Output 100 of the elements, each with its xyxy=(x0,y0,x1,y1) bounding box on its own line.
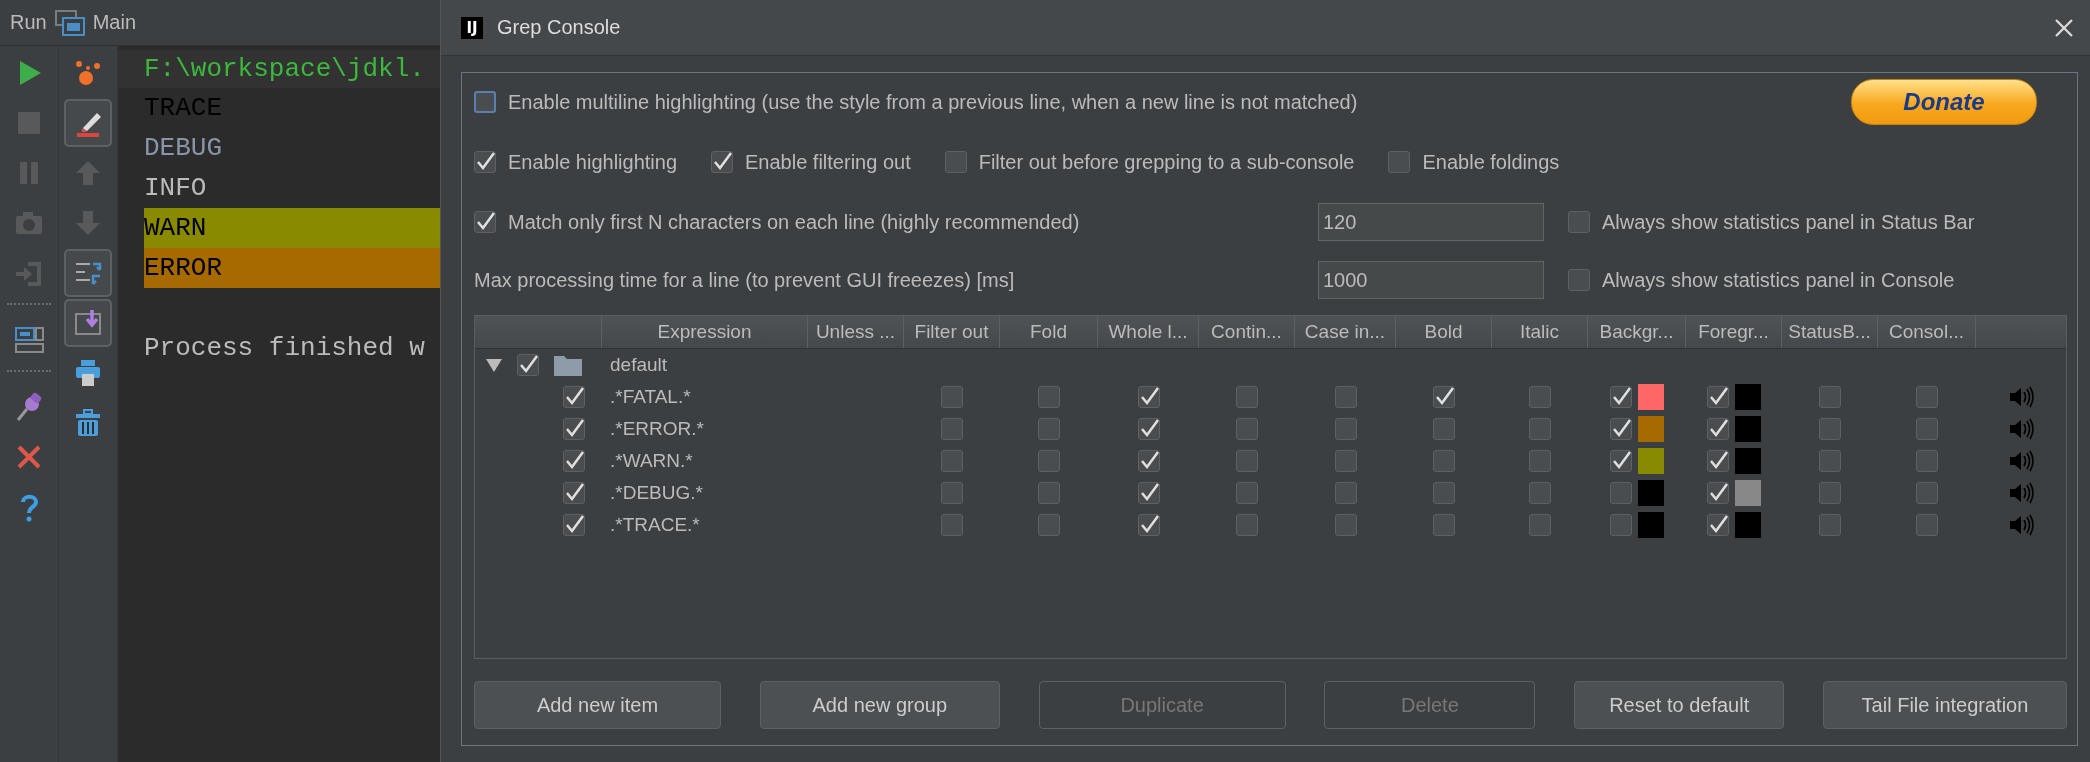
checkbox[interactable] xyxy=(941,482,963,504)
checkbox[interactable] xyxy=(1334,386,1357,408)
checkbox[interactable] xyxy=(1038,418,1060,440)
checkbox[interactable] xyxy=(1236,386,1258,408)
checkbox[interactable] xyxy=(1388,151,1411,173)
speaker-icon[interactable] xyxy=(2008,385,2034,409)
printer-icon[interactable] xyxy=(73,358,103,388)
column-header[interactable]: Case in... xyxy=(1295,316,1396,348)
checkbox[interactable] xyxy=(474,151,496,173)
color-swatch[interactable] xyxy=(1735,480,1761,506)
import-icon[interactable] xyxy=(64,299,112,347)
checkbox[interactable] xyxy=(563,386,585,408)
column-header[interactable]: Foregr... xyxy=(1686,316,1782,348)
checkbox[interactable] xyxy=(1038,450,1060,472)
color-swatch[interactable] xyxy=(1735,512,1761,538)
run-tab[interactable]: Main xyxy=(92,11,137,34)
checkbox[interactable] xyxy=(711,151,734,173)
checkbox[interactable] xyxy=(1568,269,1590,291)
checkbox[interactable] xyxy=(1707,450,1729,472)
checkbox[interactable] xyxy=(1334,450,1357,472)
column-header[interactable]: Unless ... xyxy=(808,316,904,348)
column-header[interactable]: Filter out xyxy=(904,316,1000,348)
checkbox[interactable] xyxy=(474,211,496,233)
column-header[interactable]: Consol... xyxy=(1878,316,1976,348)
checkbox[interactable] xyxy=(1137,450,1160,472)
color-swatch[interactable] xyxy=(1735,448,1761,474)
checkbox[interactable] xyxy=(1334,482,1357,504)
checkbox[interactable] xyxy=(563,482,585,504)
checkbox[interactable] xyxy=(517,354,539,376)
color-swatch[interactable] xyxy=(1735,416,1761,442)
color-swatch[interactable] xyxy=(1638,416,1664,442)
checkbox[interactable] xyxy=(1137,482,1160,504)
checkbox[interactable] xyxy=(944,151,967,173)
checkbox[interactable] xyxy=(1707,386,1729,408)
checkbox[interactable] xyxy=(1916,482,1938,504)
column-header[interactable]: Expression xyxy=(602,316,808,348)
checkbox[interactable] xyxy=(1610,418,1632,440)
checkbox[interactable] xyxy=(941,418,963,440)
donate-button[interactable]: Donate xyxy=(1851,79,2037,125)
checkbox[interactable] xyxy=(1137,514,1160,536)
checkbox[interactable] xyxy=(1529,418,1551,440)
checkbox[interactable] xyxy=(474,91,496,113)
checkbox[interactable] xyxy=(1819,482,1841,504)
speaker-icon[interactable] xyxy=(2008,481,2034,505)
action-button[interactable]: Add new group xyxy=(759,681,1000,729)
layout-icon[interactable] xyxy=(14,325,44,355)
column-header[interactable]: StatusB... xyxy=(1782,316,1878,348)
checkbox[interactable] xyxy=(1568,211,1590,233)
number-field[interactable]: 1000 xyxy=(1318,261,1544,299)
action-button[interactable]: Tail File integration xyxy=(1823,681,2067,729)
checkbox[interactable] xyxy=(1137,418,1160,440)
checkbox[interactable] xyxy=(1916,450,1938,472)
checkbox[interactable] xyxy=(941,514,963,536)
checkbox[interactable] xyxy=(1707,514,1729,536)
checkbox[interactable] xyxy=(563,514,585,536)
swap-icon[interactable] xyxy=(64,249,112,297)
checkbox[interactable] xyxy=(563,450,585,472)
speaker-icon[interactable] xyxy=(2008,449,2034,473)
action-button[interactable]: Reset to default xyxy=(1574,681,1785,729)
checkbox[interactable] xyxy=(1137,386,1160,408)
collapse-arrow-icon[interactable] xyxy=(485,357,503,373)
checkbox[interactable] xyxy=(1433,386,1455,408)
color-swatch[interactable] xyxy=(1638,448,1664,474)
checkbox[interactable] xyxy=(941,386,963,408)
checkbox[interactable] xyxy=(1916,514,1938,536)
color-swatch[interactable] xyxy=(1638,480,1664,506)
checkbox[interactable] xyxy=(1433,418,1455,440)
column-header[interactable]: Whole l... xyxy=(1098,316,1199,348)
checkbox[interactable] xyxy=(1819,514,1841,536)
checkbox[interactable] xyxy=(1236,450,1258,472)
column-header[interactable]: Backgr... xyxy=(1588,316,1686,348)
checkbox[interactable] xyxy=(1707,418,1729,440)
checkbox[interactable] xyxy=(1038,482,1060,504)
checkbox[interactable] xyxy=(1916,418,1938,440)
checkbox[interactable] xyxy=(1433,482,1455,504)
checkbox[interactable] xyxy=(1916,386,1938,408)
speaker-icon[interactable] xyxy=(2008,417,2034,441)
checkbox[interactable] xyxy=(1819,418,1841,440)
column-header[interactable]: Bold xyxy=(1396,316,1492,348)
checkbox[interactable] xyxy=(1529,386,1551,408)
checkbox[interactable] xyxy=(1819,450,1841,472)
number-field[interactable]: 120 xyxy=(1318,203,1544,241)
checkbox[interactable] xyxy=(1707,482,1729,504)
checkbox[interactable] xyxy=(1334,514,1357,536)
speaker-icon[interactable] xyxy=(2008,513,2034,537)
color-swatch[interactable] xyxy=(1735,384,1761,410)
color-swatch[interactable] xyxy=(1638,512,1664,538)
column-header[interactable]: Contin... xyxy=(1199,316,1295,348)
checkbox[interactable] xyxy=(563,418,585,440)
checkbox[interactable] xyxy=(1610,514,1632,536)
checkbox[interactable] xyxy=(1610,386,1632,408)
action-button[interactable]: Add new item xyxy=(474,681,721,729)
color-swatch[interactable] xyxy=(1638,384,1664,410)
checkbox[interactable] xyxy=(941,450,963,472)
checkbox[interactable] xyxy=(1610,482,1632,504)
checkbox[interactable] xyxy=(1236,418,1258,440)
checkbox[interactable] xyxy=(1819,386,1841,408)
pin-icon[interactable] xyxy=(14,392,44,422)
checkbox[interactable] xyxy=(1529,514,1551,536)
trash-icon[interactable] xyxy=(73,408,103,438)
